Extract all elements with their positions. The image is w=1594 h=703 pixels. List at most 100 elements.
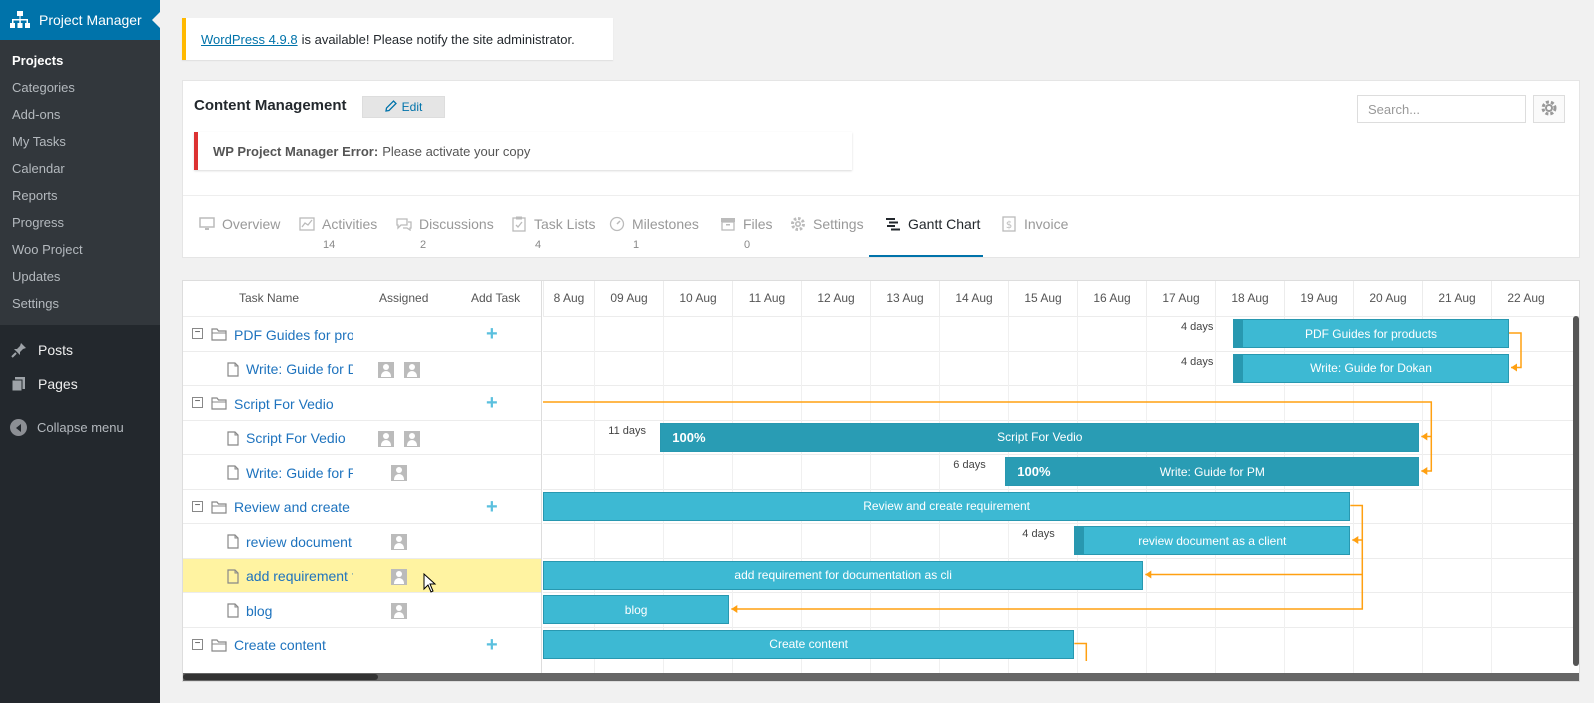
submenu-categories[interactable]: Categories: [0, 74, 160, 101]
assignee-avatar[interactable]: [404, 430, 420, 447]
task-row[interactable]: blog: [183, 592, 541, 627]
task-row[interactable]: add requirement fo: [183, 557, 541, 594]
monitor-icon: [199, 216, 215, 232]
task-list-row[interactable]: − Review and create re +: [183, 488, 541, 525]
add-task-plus-icon[interactable]: +: [486, 393, 498, 413]
task-name-text: Script For Vedio: [246, 430, 346, 446]
dependency-arrow-icon: [1421, 467, 1428, 475]
assignee-avatar[interactable]: [378, 361, 394, 378]
task-name[interactable]: Script For Vedio: [227, 421, 353, 456]
project-manager-submenu: Projects Categories Add-ons My Tasks Cal…: [0, 40, 160, 325]
assignee-avatar[interactable]: [378, 430, 394, 447]
task-row[interactable]: review document a: [183, 523, 541, 558]
tab-discussions[interactable]: Discussions 2: [396, 196, 494, 257]
task-name[interactable]: add requirement fo: [227, 559, 353, 594]
edit-project-button[interactable]: Edit: [362, 96, 445, 118]
add-task-plus-icon[interactable]: +: [486, 635, 498, 655]
collapse-toggle-icon[interactable]: −: [192, 638, 203, 650]
search-input[interactable]: Search...: [1357, 95, 1526, 123]
submenu-my-tasks[interactable]: My Tasks: [0, 128, 160, 155]
header-assigned: Assigned: [379, 291, 429, 305]
settings-gear-button[interactable]: [1533, 95, 1565, 123]
assignee-avatar[interactable]: [404, 361, 420, 378]
menu-pages[interactable]: Pages: [0, 367, 160, 401]
gear-icon: [1540, 99, 1558, 120]
submenu-woo-project[interactable]: Woo Project: [0, 236, 160, 263]
menu-posts[interactable]: Posts: [0, 333, 160, 367]
gantt-chart: Task Name Assigned Add Task − PDF Guides …: [182, 280, 1580, 682]
submenu-progress[interactable]: Progress: [0, 209, 160, 236]
gauge-icon: [609, 216, 625, 232]
task-name-text: Script For Vedio: [234, 395, 334, 412]
assignee-avatar[interactable]: [391, 534, 407, 550]
dependency-links: [543, 332, 1522, 661]
tab-files[interactable]: Files 0: [720, 196, 773, 257]
task-name-text: add requirement fo: [246, 568, 353, 584]
tab-settings-label: Settings: [813, 216, 864, 232]
collapse-menu[interactable]: Collapse menu: [0, 419, 160, 436]
tab-activities-count: 14: [323, 239, 336, 251]
task-name[interactable]: Write: Guide for Do: [227, 352, 353, 387]
vertical-scrollbar[interactable]: [1573, 316, 1579, 666]
task-name[interactable]: Review and create re: [211, 490, 353, 525]
task-row[interactable]: Write: Guide for Do: [183, 350, 541, 387]
collapse-toggle-icon[interactable]: −: [192, 397, 203, 408]
task-name[interactable]: Create content: [211, 628, 353, 663]
tab-gantt-chart-label: Gantt Chart: [908, 216, 981, 232]
app-title: Project Manager: [39, 12, 142, 28]
collapse-toggle-icon[interactable]: −: [192, 328, 203, 339]
collapse-toggle-icon[interactable]: −: [192, 500, 203, 512]
task-name-text: Review and create re: [234, 499, 353, 515]
submenu-settings[interactable]: Settings: [0, 290, 160, 317]
task-name-text: review document a: [246, 533, 353, 550]
submenu-add-ons[interactable]: Add-ons: [0, 101, 160, 128]
task-name[interactable]: Script For Vedio: [211, 386, 353, 421]
task-list-row[interactable]: − Create content +: [183, 626, 541, 663]
task-list-row[interactable]: − Script For Vedio +: [183, 385, 541, 420]
cog-icon: [790, 216, 806, 232]
project-manager-menu[interactable]: Project Manager: [0, 0, 160, 40]
task-row[interactable]: Script For Vedio: [183, 419, 541, 456]
task-list-row[interactable]: − PDF Guides for prod +: [183, 316, 541, 351]
assignee-avatar[interactable]: [391, 568, 407, 585]
task-name[interactable]: blog: [227, 593, 353, 628]
file-icon: [227, 603, 239, 618]
sitemap-icon: [10, 11, 30, 29]
tab-overview[interactable]: Overview: [199, 196, 280, 257]
task-row[interactable]: Write: Guide for PM: [183, 454, 541, 489]
submenu-reports[interactable]: Reports: [0, 182, 160, 209]
tab-milestones-count: 1: [633, 239, 640, 251]
tab-task-lists[interactable]: Task Lists 4: [511, 196, 595, 257]
assignee-avatar[interactable]: [391, 465, 407, 481]
archive-box-icon: [720, 216, 736, 232]
horizontal-scrollbar[interactable]: [183, 673, 1579, 681]
task-name[interactable]: review document a: [227, 524, 353, 559]
menu-posts-label: Posts: [38, 342, 74, 358]
license-error-notice: WP Project Manager Error: Please activat…: [194, 132, 852, 170]
tab-milestones-label: Milestones: [632, 216, 699, 232]
horizontal-scroll-thumb[interactable]: [183, 674, 378, 680]
tab-activities[interactable]: Activities 14: [299, 196, 377, 257]
task-name-text: Create content: [234, 637, 326, 653]
header-task-name: Task Name: [239, 291, 300, 305]
collapse-menu-label: Collapse menu: [37, 420, 124, 435]
mouse-cursor-icon: [423, 573, 437, 593]
tab-invoice[interactable]: $ Invoice: [1001, 196, 1068, 257]
tab-settings[interactable]: Settings: [790, 196, 864, 257]
task-name[interactable]: PDF Guides for prod: [211, 317, 353, 352]
add-task-plus-icon[interactable]: +: [486, 324, 498, 344]
add-task-plus-icon[interactable]: +: [486, 497, 498, 517]
dependency-arrow-icon: [1352, 536, 1359, 544]
tab-overview-label: Overview: [222, 216, 281, 232]
submenu-calendar[interactable]: Calendar: [0, 155, 160, 182]
task-name-text: blog: [246, 602, 273, 619]
folder-icon: [211, 500, 227, 514]
tab-gantt-chart[interactable]: Gantt Chart: [869, 196, 983, 257]
update-notice: WordPress 4.9.8 is available! Please not…: [182, 18, 613, 60]
wordpress-update-link[interactable]: WordPress 4.9.8: [201, 32, 298, 47]
assignee-avatar[interactable]: [391, 603, 407, 619]
tab-milestones[interactable]: Milestones 1: [609, 196, 699, 257]
submenu-updates[interactable]: Updates: [0, 263, 160, 290]
task-name[interactable]: Write: Guide for PM: [227, 455, 353, 490]
submenu-projects[interactable]: Projects: [0, 47, 160, 74]
